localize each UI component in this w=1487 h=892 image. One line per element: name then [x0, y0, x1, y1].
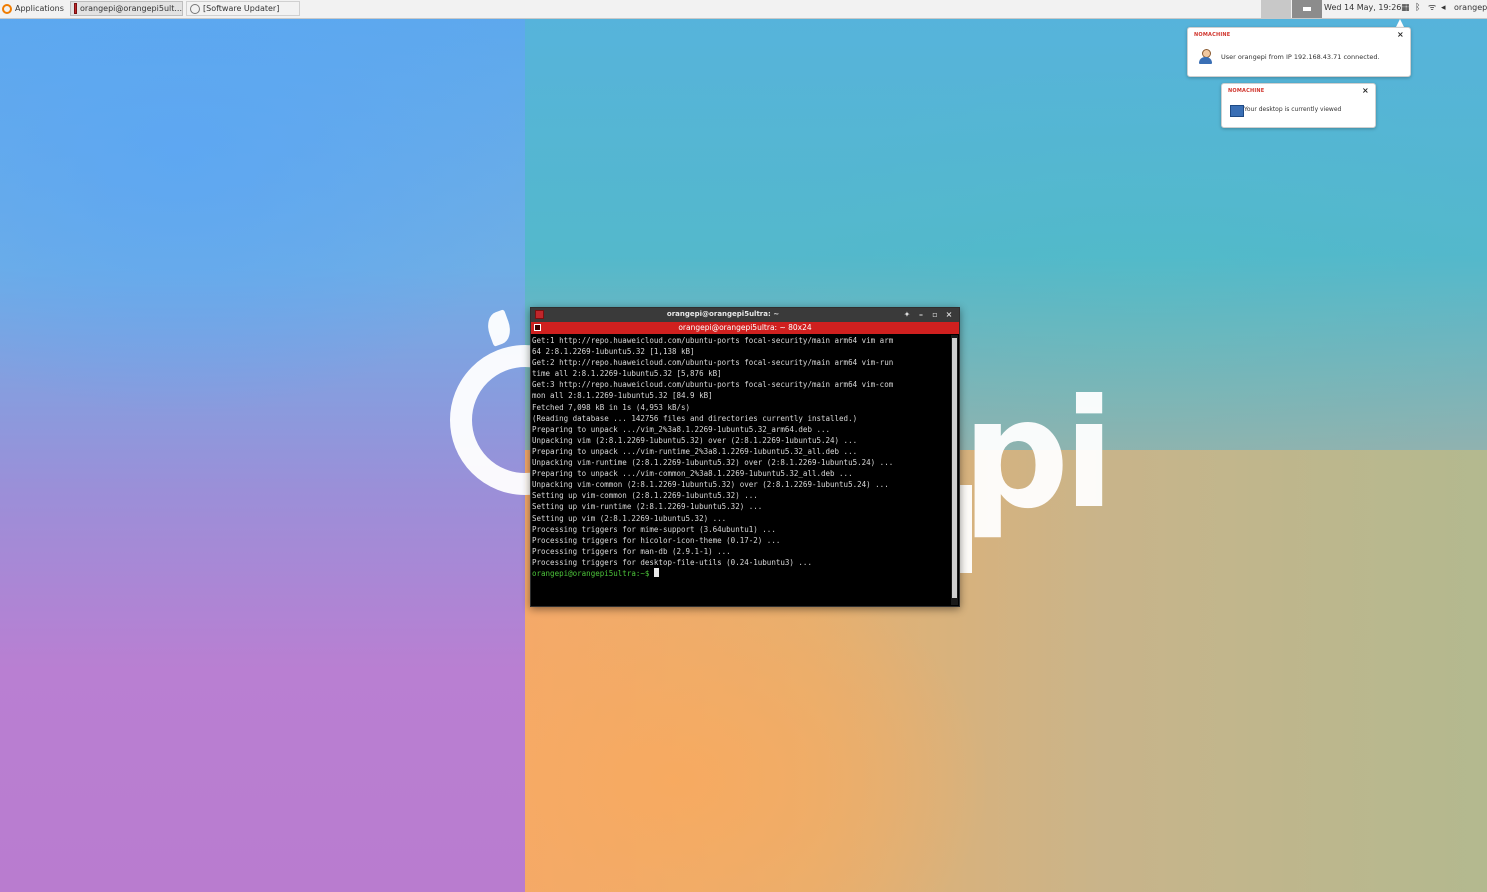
terminal-line: Processing triggers for desktop-file-uti…: [532, 557, 812, 567]
user-icon: [1198, 49, 1212, 65]
notification-desktop-viewed[interactable]: NOMACHINE × Your desktop is currently vi…: [1221, 83, 1376, 128]
notification-title: NOMACHINE: [1194, 32, 1231, 38]
terminal-line: Preparing to unpack .../vim-runtime_2%3a…: [532, 446, 858, 456]
workspace-2-button[interactable]: [1292, 0, 1322, 18]
workspace-1-button[interactable]: [1261, 0, 1291, 18]
terminal-line: time all 2:8.1.2269-1ubuntu5.32 [5,876 k…: [532, 369, 722, 379]
window-preview-icon: [1303, 7, 1311, 11]
notification-pointer: [1396, 19, 1404, 27]
terminal-icon: [74, 3, 77, 14]
terminal-titlebar[interactable]: orangepi@orangepi5ultra: ~ ✦ – ▫ ×: [531, 308, 959, 322]
terminal-line: Preparing to unpack .../vim_2%3a8.1.2269…: [532, 424, 831, 434]
terminal-line: 64 2:8.1.2269-1ubuntu5.32 [1,138 kB]: [532, 347, 695, 357]
terminal-line: Processing triggers for hicolor-icon-the…: [532, 535, 781, 545]
bluetooth-icon[interactable]: ᛒ: [1415, 2, 1420, 15]
terminal-line: (Reading database ... 142756 files and d…: [532, 413, 858, 423]
terminal-line: Get:3 http://repo.huaweicloud.com/ubuntu…: [532, 380, 894, 390]
terminal-prompt-line: orangepi@orangepi5ultra:~$: [532, 567, 950, 579]
minimize-button[interactable]: –: [915, 309, 927, 321]
notification-body: Your desktop is currently viewed: [1244, 106, 1342, 113]
maximize-button[interactable]: ▫: [929, 309, 941, 321]
orangepi-logo-text: pi: [962, 368, 1115, 542]
applications-menu-button[interactable]: Applications: [2, 1, 66, 16]
close-button[interactable]: ×: [943, 309, 955, 321]
pin-icon[interactable]: ✦: [901, 309, 913, 321]
taskbar-item-software-updater[interactable]: [Software Updater]: [186, 1, 300, 16]
orangepi-menu-icon: [2, 3, 12, 14]
wifi-icon[interactable]: ᯤ: [1428, 2, 1436, 15]
taskbar-item-label: orangepi@orangepi5ult...: [79, 4, 182, 13]
terminal-line: Fetched 7,098 kB in 1s (4,953 kB/s): [532, 402, 691, 412]
terminal-line: Unpacking vim-common (2:8.1.2269-1ubuntu…: [532, 480, 889, 490]
tab-title: orangepi@orangepi5ultra: ~ 80x24: [678, 323, 812, 332]
terminal-line: Setting up vim (2:8.1.2269-1ubuntu5.32) …: [532, 513, 727, 523]
terminal-tab[interactable]: orangepi@orangepi5ultra: ~ 80x24: [531, 322, 959, 334]
user-menu-button[interactable]: orangepi: [1454, 3, 1487, 12]
notification-title: NOMACHINE: [1228, 88, 1265, 94]
notification-body: User orangepi from IP 192.168.43.71 conn…: [1221, 53, 1380, 61]
terminal-line: Unpacking vim (2:8.1.2269-1ubuntu5.32) o…: [532, 435, 858, 445]
terminal-line: mon all 2:8.1.2269-1ubuntu5.32 [84.9 kB]: [532, 391, 713, 401]
close-icon[interactable]: ×: [1362, 86, 1369, 95]
terminal-line: Processing triggers for man-db (2.9.1-1)…: [532, 546, 731, 556]
shell-prompt: orangepi@orangepi5ultra:~$: [532, 568, 654, 578]
clock[interactable]: Wed 14 May, 19:26: [1324, 3, 1401, 12]
terminal-window[interactable]: orangepi@orangepi5ultra: ~ ✦ – ▫ × orang…: [530, 307, 960, 607]
window-title: orangepi@orangepi5ultra: ~: [666, 310, 780, 318]
terminal-output[interactable]: Get:1 http://repo.huaweicloud.com/ubuntu…: [532, 335, 950, 603]
applications-label: Applications: [15, 4, 64, 13]
network-icon[interactable]: ▦: [1401, 2, 1410, 15]
notification-user-connected[interactable]: NOMACHINE × User orangepi from IP 192.16…: [1187, 27, 1411, 77]
terminal-line: Get:2 http://repo.huaweicloud.com/ubuntu…: [532, 358, 894, 368]
text-cursor: [653, 567, 659, 577]
terminal-line: Processing triggers for mime-support (3.…: [532, 524, 776, 534]
close-icon[interactable]: ×: [1397, 30, 1404, 39]
terminal-scrollbar[interactable]: [951, 335, 958, 605]
taskbar-item-terminal[interactable]: orangepi@orangepi5ult...: [70, 1, 183, 16]
terminal-line: Setting up vim-common (2:8.1.2269-1ubunt…: [532, 491, 758, 501]
orangepi-logo-leaf: [483, 309, 515, 347]
terminal-line: Setting up vim-runtime (2:8.1.2269-1ubun…: [532, 502, 763, 512]
scrollbar-thumb[interactable]: [952, 338, 957, 598]
screen-icon: [1230, 105, 1244, 117]
gear-icon: [190, 3, 200, 14]
top-panel: Applications orangepi@orangepi5ult... [S…: [0, 0, 1487, 19]
terminal-line: Preparing to unpack .../vim-common_2%3a8…: [532, 469, 853, 479]
terminal-line: Unpacking vim-runtime (2:8.1.2269-1ubunt…: [532, 458, 894, 468]
taskbar-item-label: [Software Updater]: [203, 4, 280, 13]
volume-icon[interactable]: ◂: [1441, 2, 1446, 15]
terminal-line: Get:1 http://repo.huaweicloud.com/ubuntu…: [532, 336, 894, 345]
